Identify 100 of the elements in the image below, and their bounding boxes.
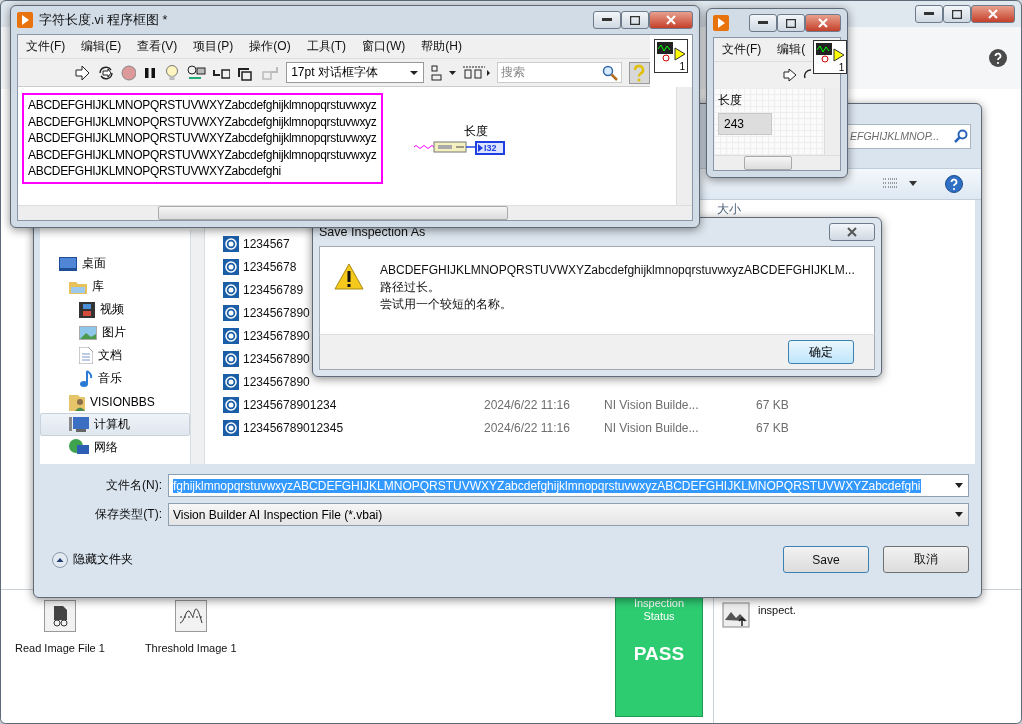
file-type: NI Vision Builde... xyxy=(604,397,699,412)
collapse-icon[interactable] xyxy=(52,551,68,568)
maximize-button[interactable] xyxy=(777,14,805,32)
maximize-icon[interactable] xyxy=(952,9,962,19)
nav-item[interactable]: VISIONBBS xyxy=(40,390,190,413)
menu-item[interactable]: 帮助(H) xyxy=(413,38,470,55)
close-button[interactable] xyxy=(829,223,875,241)
maximize-button[interactable] xyxy=(621,11,649,29)
status-label: Inspection Status xyxy=(632,597,686,623)
dialog-button[interactable]: Save xyxy=(783,546,869,573)
search-icon[interactable] xyxy=(601,64,618,81)
vertical-scrollbar[interactable] xyxy=(190,230,204,464)
distribute-icon[interactable] xyxy=(463,64,491,81)
menu-item[interactable]: 编辑(E) xyxy=(73,38,130,55)
lightbulb-icon[interactable] xyxy=(164,63,180,82)
menu-item[interactable]: 窗口(W) xyxy=(354,38,414,55)
labview-logo-icon xyxy=(713,15,729,31)
nav-item[interactable]: 音乐 xyxy=(40,367,190,390)
filename-label: 文件名(N): xyxy=(105,477,162,494)
threshold-step-icon[interactable] xyxy=(174,600,207,632)
file-name: 1234567890 xyxy=(243,374,310,389)
nav-item[interactable]: 桌面 xyxy=(40,252,190,275)
vertical-scrollbar[interactable] xyxy=(824,88,840,155)
view-options-icon[interactable] xyxy=(883,178,917,190)
file-name: 123456789012345 xyxy=(243,420,344,435)
dropdown-caret-icon[interactable] xyxy=(952,481,966,490)
library-folder-icon xyxy=(69,279,87,294)
maximize-button[interactable] xyxy=(943,5,971,23)
message-text: 尝试用一个较短的名称。 xyxy=(380,297,513,312)
ok-button[interactable]: 确定 xyxy=(788,340,854,364)
help-icon[interactable] xyxy=(945,175,963,193)
horizontal-scrollbar[interactable] xyxy=(714,155,840,170)
read-image-step-icon[interactable] xyxy=(43,600,76,632)
menu-item[interactable]: 工具(T) xyxy=(298,38,354,55)
nav-item[interactable]: 网络 xyxy=(40,436,190,459)
file-name: 1234567890 xyxy=(243,305,310,320)
menu-item[interactable]: 编辑( xyxy=(769,41,814,58)
dialog-button[interactable]: 取消 xyxy=(883,546,969,573)
horizontal-scrollbar[interactable] xyxy=(18,205,692,220)
file-name: 1234567 xyxy=(243,236,290,251)
pictures-folder-icon xyxy=(79,325,97,340)
nav-item[interactable]: 计算机 xyxy=(40,413,190,436)
menu-item[interactable]: 文件(F) xyxy=(18,38,74,55)
file-name: 1234567890 xyxy=(243,351,310,366)
music-folder-icon xyxy=(79,369,93,388)
run-arrow-icon[interactable] xyxy=(74,64,90,81)
menu-item[interactable]: 文件(F) xyxy=(714,41,770,58)
minimize-icon[interactable] xyxy=(924,12,934,16)
close-button[interactable] xyxy=(971,5,1015,23)
minimize-icon[interactable] xyxy=(758,21,768,25)
search-field[interactable]: EFGHIJKLMNOP... xyxy=(847,123,971,149)
numeric-indicator[interactable]: I32 xyxy=(475,141,505,155)
minimize-button[interactable] xyxy=(915,5,943,23)
nav-item[interactable]: 图片 xyxy=(40,321,190,344)
maximize-icon[interactable] xyxy=(786,18,796,28)
help-icon[interactable] xyxy=(989,49,1007,67)
numeric-indicator: 243 xyxy=(718,113,772,135)
menu-item[interactable]: 项目(P) xyxy=(185,38,242,55)
user-folder-icon xyxy=(69,392,85,411)
align-icon[interactable] xyxy=(431,64,457,81)
abort-icon[interactable] xyxy=(120,64,137,81)
dropdown-caret-icon[interactable] xyxy=(409,69,420,76)
run-continuously-icon[interactable] xyxy=(96,64,114,81)
string-constant[interactable]: ABCDEFGHIJKLMNOPQRSTUVWXYZabcdefghijklmnopqrstuvwxyz ABCDEFGHIJKLMNOPQRSTUVWXYZabcdefghijklmnopqrstuvwxyz ABCDEFGHIJKLMNOPQRSTUVWXYZabcdefghijklmnopqrstuvwxyz ABCDEFGHIJKLMNOPQRSTUVWXYZabcdefghijklmnopqrstuvwxyz ABCDEFGHIJKLMNOPQRSTUVWXYZabcdefghi xyxy=(22,93,383,184)
hide-folders-link[interactable]: 隐藏文件夹 xyxy=(52,551,133,568)
labview-logo-icon xyxy=(17,12,33,28)
vbai-file-icon xyxy=(223,350,239,367)
minimize-button[interactable] xyxy=(749,14,777,32)
menu-item[interactable]: 操作(O) xyxy=(241,38,299,55)
close-button[interactable] xyxy=(805,14,841,32)
file-type-dropdown[interactable]: Vision Builder AI Inspection File (*.vbai) xyxy=(168,503,969,526)
window-title: 字符长度.vi 程序框图 * xyxy=(39,11,169,29)
close-icon[interactable] xyxy=(847,227,857,237)
run-arrow-icon[interactable] xyxy=(783,68,798,82)
nav-item[interactable]: 库 xyxy=(40,275,190,298)
step-help-text: inspect. xyxy=(758,603,796,618)
dropdown-caret-icon[interactable] xyxy=(952,510,966,519)
file-name: 123456789 xyxy=(243,282,304,297)
file-date: 2024/6/22 11:16 xyxy=(484,420,570,435)
nav-item[interactable]: 文档 xyxy=(40,344,190,367)
font-dropdown[interactable]: 17pt 对话框字体 xyxy=(286,62,425,83)
maximize-icon[interactable] xyxy=(630,15,640,25)
minimize-button[interactable] xyxy=(593,11,621,29)
column-header[interactable]: 大小 xyxy=(717,201,741,218)
vbai-file-icon xyxy=(223,258,239,275)
probe-icon[interactable] xyxy=(186,64,206,81)
search-field[interactable]: 搜索 xyxy=(497,62,622,83)
vertical-scrollbar[interactable] xyxy=(676,87,692,205)
file-name: 1234567890 xyxy=(243,328,310,343)
file-name: 12345678 xyxy=(243,259,297,274)
minimize-icon[interactable] xyxy=(602,18,612,22)
pause-icon[interactable] xyxy=(143,65,157,80)
menu-item[interactable]: 查看(V) xyxy=(129,38,186,55)
file-size: 67 KB xyxy=(756,420,789,435)
nav-item[interactable]: 视频 xyxy=(40,298,190,321)
vi-icon[interactable]: 1 xyxy=(654,39,688,73)
search-icon[interactable] xyxy=(954,129,968,143)
vi-icon[interactable]: 1 xyxy=(813,40,847,74)
file-type: NI Vision Builde... xyxy=(604,420,699,435)
close-button[interactable] xyxy=(649,11,693,29)
